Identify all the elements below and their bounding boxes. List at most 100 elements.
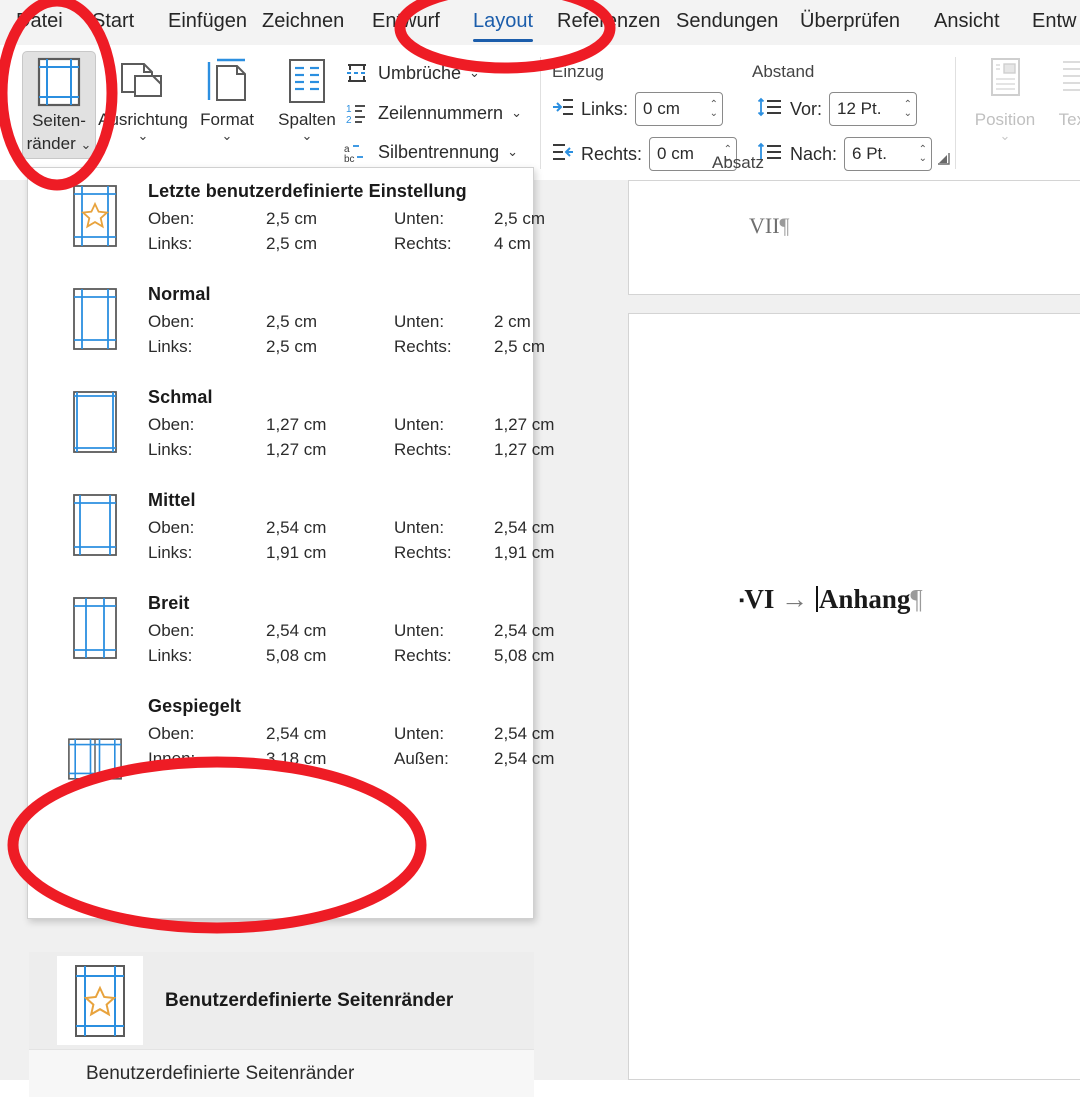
- margin-label: Oben:: [148, 415, 195, 434]
- zeilennummern-command[interactable]: 1 2 Zeilennummern ⌄: [344, 101, 522, 126]
- textumbruch-label: Textu: [1058, 110, 1080, 129]
- margin-label: Oben:: [148, 209, 195, 228]
- absatz-group-label: Absatz: [712, 153, 764, 172]
- svg-text:2: 2: [346, 115, 352, 125]
- margins-preset-item[interactable]: Letzte benutzerdefinierte Einstellung Obe…: [28, 178, 545, 278]
- spalten-button[interactable]: Spalten ⌄: [270, 51, 344, 159]
- ribbon-tab-berprfen[interactable]: Überprüfen: [800, 8, 900, 40]
- ribbon-tab-start[interactable]: Start: [92, 8, 134, 40]
- margins-preset-text: Mittel Oben: 2,54 cm Unten: 2,54 cm Links: 1,9…: [148, 487, 584, 565]
- margin-label: Rechts:: [394, 234, 452, 253]
- margin-label: Rechts:: [394, 440, 452, 459]
- seitenraender-dropdown-gallery[interactable]: Letzte benutzerdefinierte Einstellung Obe…: [27, 167, 554, 1097]
- margin-label: Oben:: [148, 312, 195, 331]
- seitenraender-button[interactable]: Seiten- ränder ⌄: [22, 51, 96, 159]
- margin-value: 2,5 cm: [266, 337, 318, 356]
- chevron-down-icon: ⌄: [469, 65, 480, 80]
- margin-label: Links:: [148, 543, 193, 562]
- heading-anhang[interactable]: ▪VI → Anhang¶: [739, 584, 923, 615]
- margins-preset-value-row: Links: 2,5 cm Rechts: 2,5 cm: [148, 334, 584, 359]
- margin-label: Oben:: [148, 518, 195, 537]
- margins-preset-item[interactable]: Breit Oben: 2,54 cm Unten: 2,54 cm Links: 5,08…: [28, 590, 554, 690]
- margins-preset-values: Oben: 2,5 cm Unten: 2 cm Links: 2,5 cm Rechts:…: [148, 309, 584, 359]
- indent-left-icon: [552, 97, 574, 122]
- margins-preset-item[interactable]: Normal Oben: 2,5 cm Unten: 2 cm Links: 2,5 cm R…: [28, 281, 545, 381]
- chevron-down-icon: ⌄: [511, 105, 522, 120]
- margin-value: 2,54 cm: [266, 621, 327, 640]
- svg-text:bc: bc: [344, 154, 355, 164]
- margin-label: Unten:: [394, 209, 445, 228]
- margin-label: Oben:: [148, 724, 195, 743]
- absatz-dialog-launcher[interactable]: [936, 151, 952, 171]
- indent-left-label: Links:: [581, 98, 629, 119]
- ribbon-tab-zeichnen[interactable]: Zeichnen: [262, 8, 344, 40]
- ribbon-tab-layout[interactable]: Layout: [473, 8, 534, 42]
- spacing-before-value: 12 Pt.: [837, 99, 882, 118]
- margins-preset-item[interactable]: Mittel Oben: 2,54 cm Unten: 2,54 cm Links: 1,9…: [28, 487, 554, 587]
- indent-left-spinner[interactable]: 0 cm ⌃ ⌄: [635, 92, 724, 126]
- ribbon-tab-label: Layout: [473, 10, 534, 32]
- margins-preset-values: Oben: 1,27 cm Unten: 1,27 cm Links: 1,27 cm Re…: [148, 412, 584, 462]
- ribbon-tab-label: Referenzen: [557, 10, 661, 32]
- margins-preset-value-row: Oben: 2,54 cm Unten: 2,54 cm: [148, 618, 584, 643]
- margin-label: Rechts:: [394, 646, 452, 665]
- margin-label: Rechts:: [394, 543, 452, 562]
- margins-preset-thumbnail-icon: [68, 390, 122, 454]
- ribbon-tab-referenzen[interactable]: Referenzen: [557, 8, 660, 40]
- ribbon-tab-entw[interactable]: Entw: [1032, 8, 1076, 40]
- margins-preset-text: Breit Oben: 2,54 cm Unten: 2,54 cm Links: 5,08…: [148, 590, 584, 668]
- ribbon-tab-label: Ansicht: [934, 10, 1000, 32]
- margin-value: 1,91 cm: [266, 543, 327, 562]
- document-page-2[interactable]: ▪VI → Anhang¶: [628, 313, 1080, 1080]
- spacing-before-icon: [757, 96, 783, 123]
- document-page-1[interactable]: VII¶: [628, 180, 1080, 295]
- ribbon-tab-einfgen[interactable]: Einfügen: [168, 8, 247, 40]
- paper-size-icon: [203, 55, 251, 107]
- silbentrennung-command[interactable]: a bc Silbentrennung ⌄: [344, 140, 518, 165]
- margins-preset-values: Oben: 2,54 cm Unten: 2,54 cm Links: 5,08 cm Re…: [148, 618, 584, 668]
- ribbon-body: Seiten- ränder ⌄ Ausrichtung ⌄ Format ⌄: [0, 45, 1080, 181]
- heading-text: Anhang: [818, 584, 911, 614]
- spacing-after-label: Nach:: [790, 143, 838, 164]
- spacing-before-spinner[interactable]: 12 Pt. ⌃ ⌄: [829, 92, 918, 126]
- ribbon-tab-ansicht[interactable]: Ansicht: [934, 8, 1000, 40]
- gallery-status-bar: Benutzerdefinierte Seitenränder: [29, 1049, 534, 1097]
- spinner-arrows[interactable]: ⌃ ⌄: [710, 100, 718, 119]
- format-button[interactable]: Format ⌄: [190, 51, 264, 159]
- ribbon-tab-label: Sendungen: [676, 10, 779, 32]
- margin-label: Unten:: [394, 518, 445, 537]
- margins-preset-item[interactable]: Schmal Oben: 1,27 cm Unten: 1,27 cm Links: 1,2…: [28, 384, 554, 484]
- ribbon-tab-sendungen[interactable]: Sendungen: [676, 8, 778, 40]
- margins-preset-item[interactable]: Gespiegelt Oben: 2,54 cm Unten: 2,54 cm Innen…: [28, 693, 554, 793]
- margin-value: 2,5 cm: [266, 312, 318, 331]
- margins-preset-thumbnail-icon: [68, 184, 122, 248]
- spinner-arrows[interactable]: ⌃ ⌄: [904, 100, 912, 119]
- spacing-after-spinner[interactable]: 6 Pt. ⌃ ⌄: [844, 137, 933, 171]
- indent-right-icon: [552, 142, 574, 167]
- ausrichtung-button[interactable]: Ausrichtung ⌄: [98, 51, 188, 159]
- ribbon-tab-entwurf[interactable]: Entwurf: [372, 8, 440, 40]
- breaks-icon: [344, 61, 370, 85]
- margin-value: 3,18 cm: [266, 749, 327, 768]
- group-divider: [540, 57, 541, 169]
- columns-icon: [285, 55, 329, 107]
- margin-value: 2,54 cm: [266, 724, 327, 743]
- margin-value: 2,54 cm: [266, 518, 327, 537]
- text-wrap-icon: [1059, 55, 1080, 107]
- margins-preset-title: Gespiegelt: [148, 696, 242, 716]
- spinner-arrows[interactable]: ⌃ ⌄: [919, 145, 927, 164]
- ribbon-tab-label: Einfügen: [168, 10, 247, 32]
- seitenraender-label-line1: Seiten-: [32, 111, 86, 130]
- margin-value: 2,5 cm: [266, 209, 318, 228]
- margin-value: 2,5 cm: [266, 234, 318, 253]
- ribbon-tab-label: Start: [92, 10, 135, 32]
- margin-value: 5,08 cm: [266, 646, 327, 665]
- spacing-before-field-row: Vor: 12 Pt. ⌃ ⌄: [757, 92, 918, 126]
- margin-label: Links:: [148, 337, 193, 356]
- ribbon-tab-datei[interactable]: Datei: [16, 8, 63, 40]
- margin-value: 2,54 cm: [494, 621, 555, 640]
- margins-preset-values: Oben: 2,54 cm Unten: 2,54 cm Innen: 3,18 cm Au…: [148, 721, 584, 771]
- umbrueche-command[interactable]: Umbrüche ⌄: [344, 61, 480, 85]
- spacing-after-value: 6 Pt.: [852, 144, 887, 163]
- benutzerdefinierte-seitenraender-item[interactable]: Benutzerdefinierte Seitenränder: [29, 952, 534, 1049]
